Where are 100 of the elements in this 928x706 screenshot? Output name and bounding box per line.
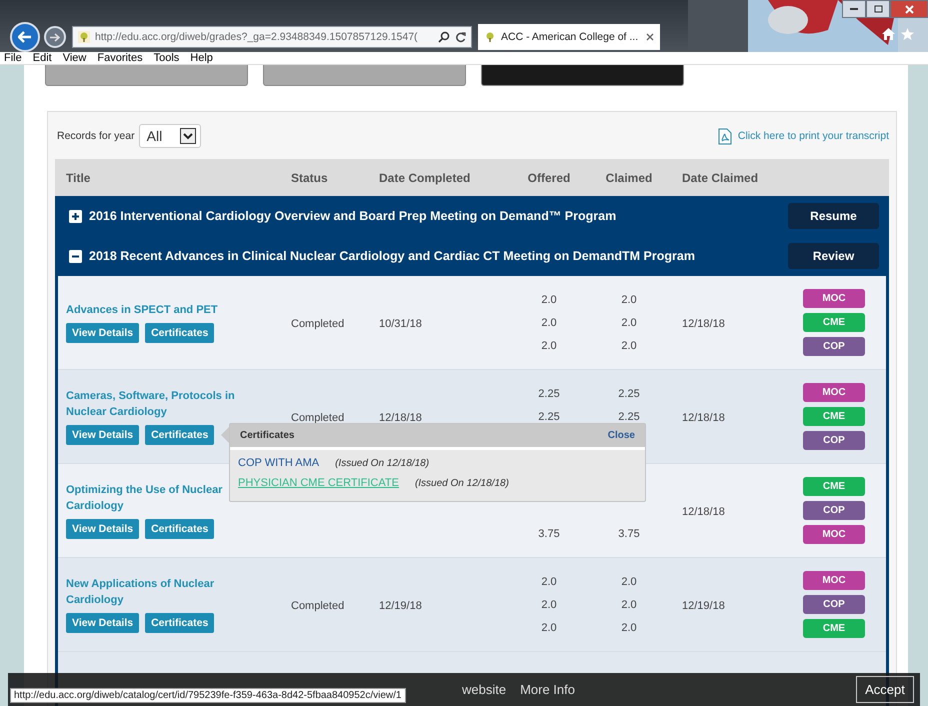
credit-value: 2.25: [618, 386, 640, 402]
credit-tag[interactable]: MOC: [803, 571, 865, 590]
date-text: 12/18/18: [379, 412, 422, 424]
column-header: Offered: [526, 170, 572, 184]
arrow-left-icon: [18, 31, 32, 43]
arrow-right-icon: [50, 32, 60, 42]
refresh-icon[interactable]: [455, 32, 466, 42]
menu-item[interactable]: Help: [190, 52, 213, 64]
menu-item[interactable]: File: [4, 52, 22, 64]
address-bar[interactable]: http://edu.acc.org/diweb/grades?_ga=2.93488349.1507857129.1547(: [72, 26, 472, 48]
row-button[interactable]: View Details: [66, 425, 140, 445]
tree-icon: [78, 31, 90, 43]
menu-item[interactable]: Favorites: [97, 52, 143, 64]
issued-date: (Issued On 12/18/18): [335, 458, 430, 468]
credit-tag[interactable]: MOC: [803, 383, 865, 402]
certificate-link[interactable]: COP WITH AMA: [238, 457, 320, 469]
activity-link[interactable]: New Applications of Nuclear Cardiology: [66, 576, 246, 608]
row-button[interactable]: Certificates: [145, 613, 214, 633]
column-header: Title: [66, 170, 92, 184]
home-icon[interactable]: [882, 28, 895, 40]
cookie-text[interactable]: More Info: [520, 682, 575, 697]
credit-value: 2.0: [541, 620, 557, 636]
expand-icon[interactable]: [69, 210, 82, 222]
row-button[interactable]: View Details: [66, 323, 140, 343]
minimize-button[interactable]: [842, 0, 866, 18]
menu-item[interactable]: View: [62, 52, 86, 64]
browser-tab[interactable]: ACC - American College of ...: [478, 24, 660, 50]
credit-tag[interactable]: CME: [803, 477, 865, 496]
back-button[interactable]: [10, 22, 40, 52]
program-action-button[interactable]: Review: [788, 243, 879, 269]
minimize-icon: [850, 8, 858, 10]
program-action-button[interactable]: Resume: [788, 203, 879, 229]
credit-tag[interactable]: COP: [803, 431, 865, 450]
close-button[interactable]: [890, 0, 928, 18]
activity-link[interactable]: Advances in SPECT and PET: [66, 302, 246, 318]
column-header: Claimed: [604, 170, 654, 184]
credit-tag[interactable]: COP: [803, 595, 865, 614]
row-button[interactable]: View Details: [66, 613, 140, 633]
date-text: 12/18/18: [681, 318, 725, 330]
credit-value: 2.0: [541, 574, 557, 590]
column-header: Date Completed: [379, 170, 472, 184]
credit-value: 2.0: [621, 574, 637, 590]
credit-value: 2.0: [621, 316, 637, 330]
cookie-text: website: [462, 682, 506, 697]
tree-icon: [484, 31, 496, 43]
star-icon[interactable]: [901, 28, 914, 40]
menu-item[interactable]: Edit: [32, 52, 52, 64]
popover-title: Certificates: [240, 430, 294, 441]
filter-label: Records for year: [57, 130, 135, 142]
date-text: 12/18/18: [681, 506, 725, 518]
date-text: 12/18/18: [681, 412, 725, 424]
credit-value: 2.0: [541, 338, 557, 354]
status-text: Completed: [291, 600, 344, 612]
close-icon: [904, 4, 914, 14]
dropdown-icon: [180, 128, 196, 144]
row-button[interactable]: View Details: [66, 519, 140, 539]
credit-tag[interactable]: MOC: [803, 525, 865, 544]
nav-button[interactable]: [481, 65, 684, 86]
credit-value: 2.0: [621, 620, 637, 636]
print-transcript-link[interactable]: Click here to print your transcript: [718, 128, 889, 144]
credit-value: 2.25: [538, 386, 560, 402]
credit-tag[interactable]: CME: [803, 313, 865, 332]
credit-value: 2.0: [541, 598, 557, 612]
credit-value: 3.75: [538, 526, 560, 542]
column-header: Date Claimed: [681, 170, 760, 184]
maximize-icon: [874, 5, 882, 13]
credit-value: 2.0: [621, 338, 637, 354]
date-text: 10/31/18: [379, 318, 422, 330]
credit-tag[interactable]: CME: [803, 407, 865, 426]
close-icon[interactable]: [646, 33, 654, 41]
accept-button[interactable]: Accept: [856, 676, 914, 703]
pdf-icon: [718, 128, 732, 144]
status-text: Completed: [291, 412, 344, 424]
status-text: Completed: [291, 318, 344, 330]
row-button[interactable]: Certificates: [145, 425, 214, 445]
column-header: Status: [291, 170, 329, 184]
program-title: 2018 Recent Advances in Clinical Nuclear Cardiology and Cardiac CT Meeting on DemandTM Program: [89, 249, 696, 263]
credit-value: 2.25: [538, 410, 560, 424]
row-button[interactable]: Certificates: [145, 519, 214, 539]
credit-tag[interactable]: CME: [803, 619, 865, 638]
credit-value: 2.0: [621, 292, 637, 308]
date-text: 12/19/18: [681, 600, 725, 612]
year-select[interactable]: All: [138, 124, 201, 148]
credit-tag[interactable]: MOC: [803, 289, 865, 308]
credit-value: 2.0: [541, 316, 557, 330]
credit-tag[interactable]: COP: [803, 501, 865, 520]
date-text: 12/19/18: [379, 600, 422, 612]
menu-item[interactable]: Tools: [154, 52, 180, 64]
program-title: 2016 Interventional Cardiology Overview and Board Prep Meeting on Demand™ Program: [89, 209, 618, 223]
close-link[interactable]: Close: [608, 430, 635, 441]
issued-date: (Issued On 12/18/18): [414, 478, 509, 488]
status-url: http://edu.acc.org/diweb/catalog/cert/id/795239fe-f359-463a-8d42-5fbaa840952c/view/1: [10, 688, 406, 703]
credit-tag[interactable]: COP: [803, 337, 865, 356]
search-icon[interactable]: [438, 31, 450, 43]
maximize-button[interactable]: [866, 0, 890, 18]
forward-button[interactable]: [44, 26, 66, 48]
collapse-icon[interactable]: [69, 250, 82, 262]
activity-link[interactable]: Cameras, Software, Protocols in Nuclear Cardiology: [66, 388, 246, 420]
row-button[interactable]: Certificates: [145, 323, 214, 343]
credit-value: 2.0: [621, 598, 637, 612]
